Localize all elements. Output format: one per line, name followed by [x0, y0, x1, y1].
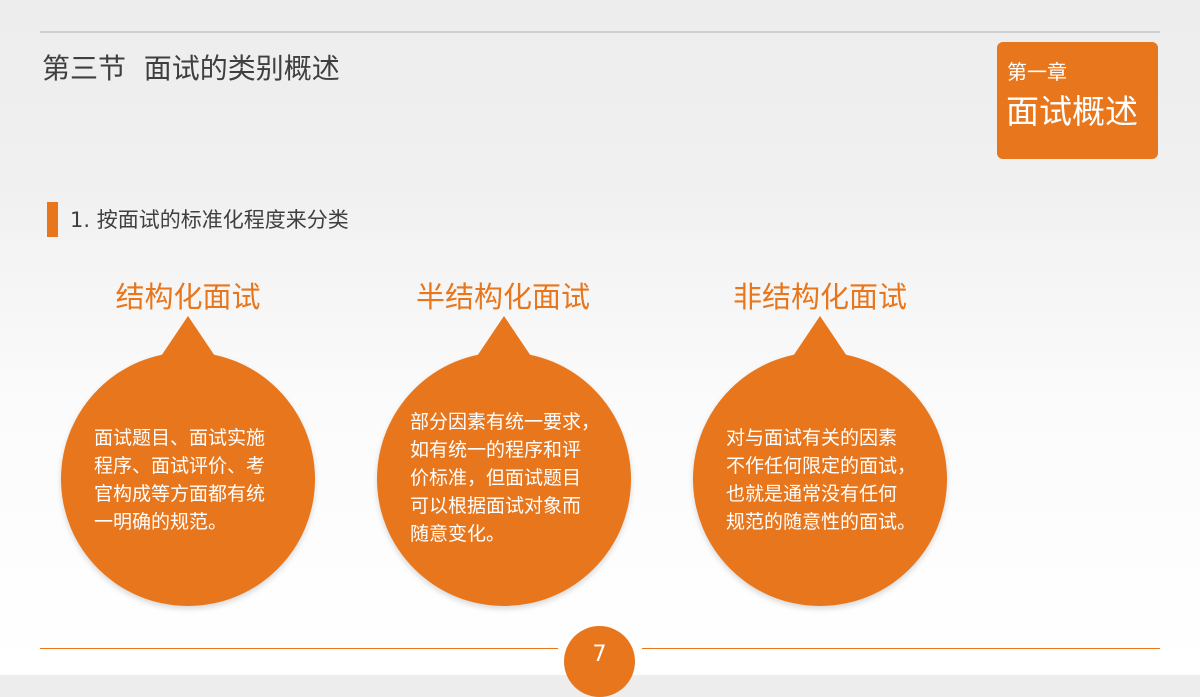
badge-semi-structured: 部分因素有统一要求， 如有统一的程序和评 价标准，但面试题目 可以根据面试对象而… [377, 316, 631, 606]
column-title-semi-structured: 半结构化面试 [415, 280, 590, 314]
text-line: 价标准，但面试题目 [410, 467, 582, 489]
footer-divider-right [642, 648, 1160, 649]
badge-text-unstructured: 对与面试有关的因素 不作任何限定的面试， 也就是通常没有任何 规范的随意性的面试… [726, 424, 916, 536]
column-title-structured: 结构化面试 [115, 280, 261, 314]
badge-pointer [469, 316, 539, 368]
badge-text-structured: 面试题目、面试实施 程序、面试评价、考 官构成等方面都有统 一明确的规范。 [94, 424, 265, 536]
chapter-label: 第一章 [1007, 60, 1067, 84]
page-number-badge: 7 [564, 626, 635, 697]
text-line: 随意变化。 [410, 523, 506, 545]
column-title-unstructured: 非结构化面试 [732, 280, 907, 314]
chapter-title: 面试概述 [1006, 92, 1138, 131]
text-line: 部分因素有统一要求， [410, 411, 601, 433]
text-line: 一明确的规范。 [94, 511, 228, 533]
text-line: 不作任何限定的面试， [726, 455, 917, 477]
subheading: 1. 按面试的标准化程度来分类 [70, 208, 349, 232]
badge-pointer [153, 316, 223, 368]
text-line: 面试题目、面试实施 [94, 427, 266, 449]
footer-divider-left [40, 648, 558, 649]
text-line: 程序、面试评价、考 [94, 455, 266, 477]
top-divider [40, 31, 1160, 33]
badge-pointer [785, 316, 855, 368]
subheading-accent-bar [47, 202, 58, 237]
page-number: 7 [592, 642, 607, 667]
badge-structured: 面试题目、面试实施 程序、面试评价、考 官构成等方面都有统 一明确的规范。 [61, 316, 315, 606]
badge-text-semi-structured: 部分因素有统一要求， 如有统一的程序和评 价标准，但面试题目 可以根据面试对象而… [410, 408, 600, 548]
badge-unstructured: 对与面试有关的因素 不作任何限定的面试， 也就是通常没有任何 规范的随意性的面试… [693, 316, 947, 606]
text-line: 对与面试有关的因素 [726, 427, 898, 449]
text-line: 规范的随意性的面试。 [726, 511, 917, 533]
text-line: 可以根据面试对象而 [410, 495, 582, 517]
text-line: 官构成等方面都有统 [94, 483, 266, 505]
section-title: 第三节 面试的类别概述 [42, 52, 340, 85]
chapter-badge: 第一章 面试概述 [997, 42, 1158, 159]
text-line: 也就是通常没有任何 [726, 483, 898, 505]
text-line: 如有统一的程序和评 [410, 439, 582, 461]
